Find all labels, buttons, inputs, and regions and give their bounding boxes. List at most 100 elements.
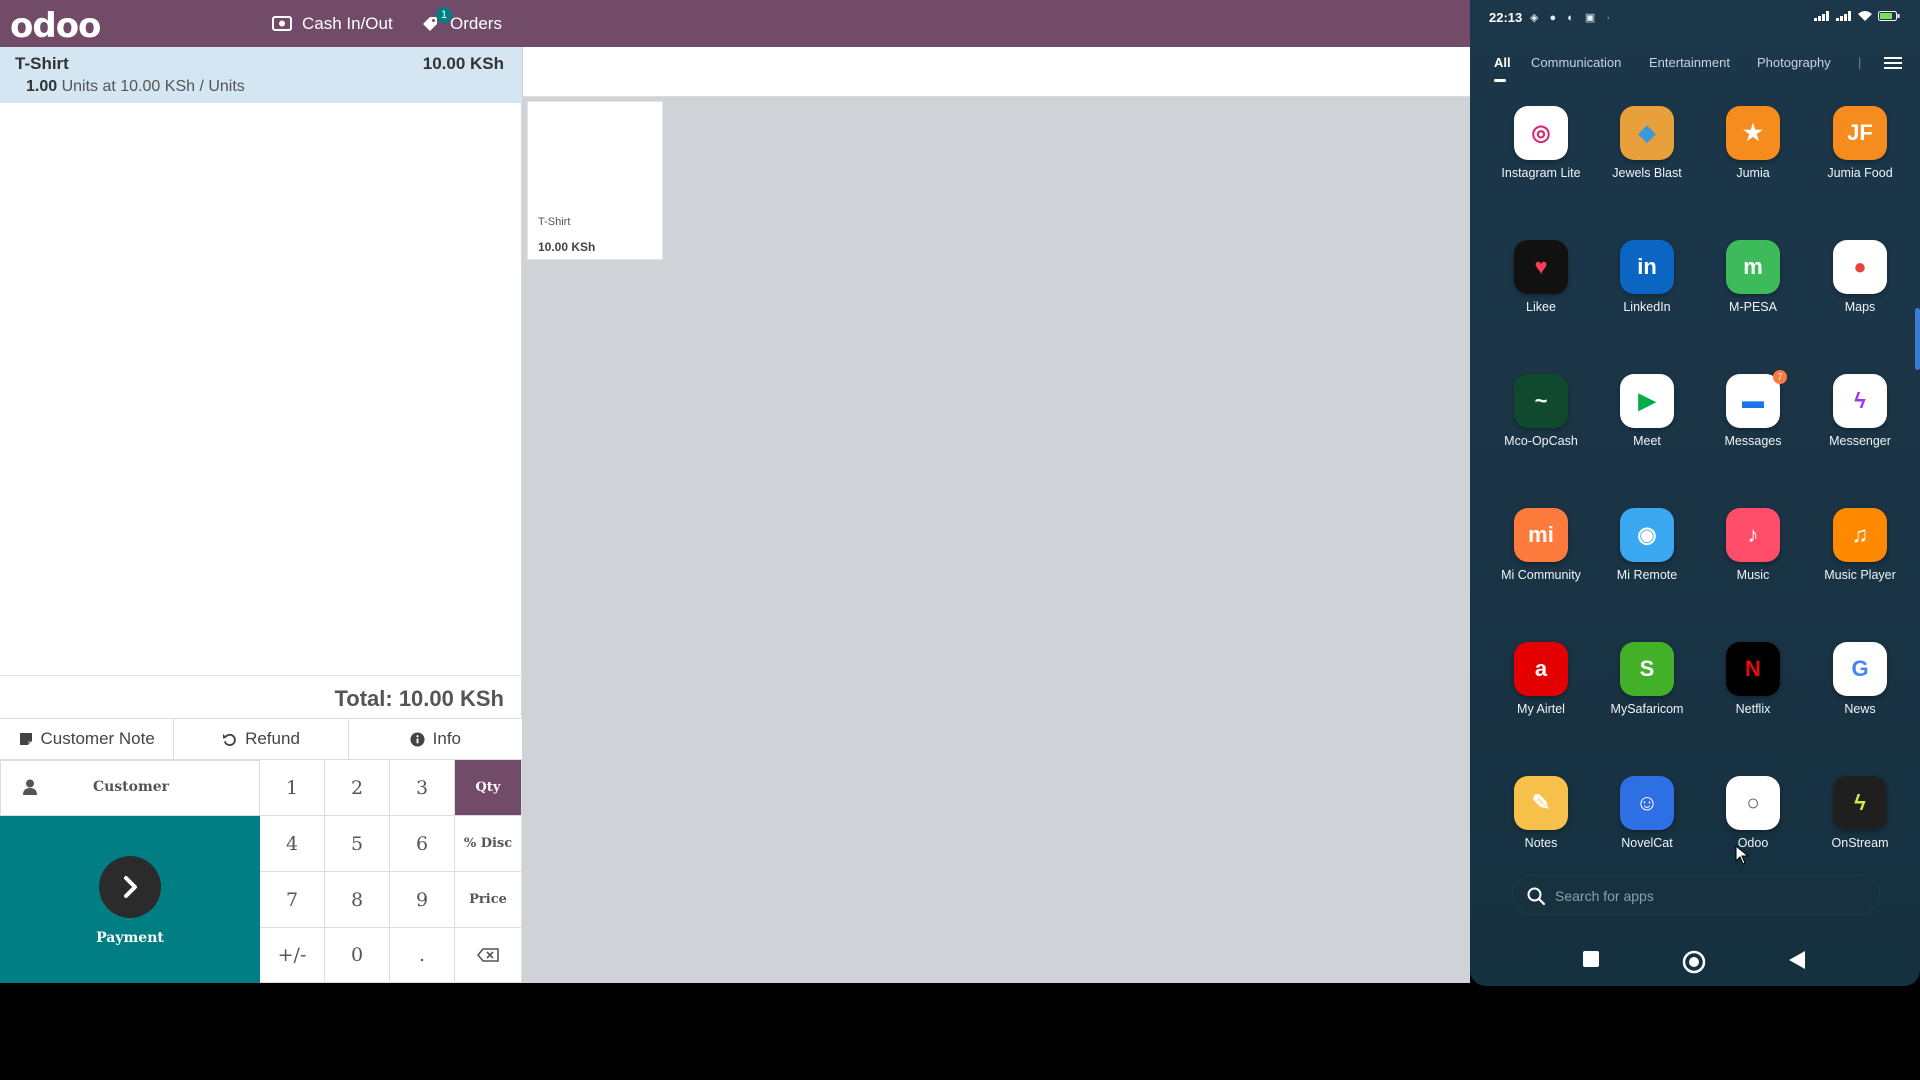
cash-in-out-button[interactable]: Cash In/Out [272,0,393,47]
app-mysafaricom[interactable]: S MySafaricom [1594,636,1700,746]
customer-note-button[interactable]: Customer Note [0,719,175,759]
app-label: Mco-OpCash [1504,434,1578,448]
app-label: Maps [1844,300,1876,314]
numpad-key-2[interactable]: 2 [325,760,390,816]
numpad-key-decimal[interactable]: . [390,928,455,983]
meet-icon: ▶ [1620,374,1674,428]
info-button[interactable]: Info [348,719,522,759]
numpad-key-8[interactable]: 8 [325,872,390,928]
numpad-key-1[interactable]: 1 [260,760,325,816]
numpad-key-7[interactable]: 7 [260,872,325,928]
tab-communication[interactable]: Communication [1531,55,1621,70]
numpad-key-3[interactable]: 3 [390,760,455,816]
notification-badge: 7 [1773,370,1787,384]
numpad-key-5[interactable]: 5 [325,816,390,872]
numpad-key-plus-minus[interactable]: +/- [260,928,325,983]
numpad-mode-discount[interactable]: % Disc [455,816,522,872]
app-music-player[interactable]: ♫ Music Player [1807,502,1913,612]
order-total-row: Total: 10.00 KSh [0,675,522,721]
mysafaricom-icon: S [1620,642,1674,696]
note-icon [19,733,32,745]
app-onstream[interactable]: ϟ OnStream [1807,770,1913,880]
app-notes[interactable]: ✎ Notes [1488,770,1594,880]
tab-entertainment[interactable]: Entertainment [1649,55,1730,70]
product-card[interactable]: T-Shirt 10.00 KSh [527,101,663,260]
app-my-airtel[interactable]: a My Airtel [1488,636,1594,746]
info-icon [410,731,425,747]
payment-label: Payment [96,930,164,946]
numpad-mode-qty[interactable]: Qty [455,760,522,816]
app-label: Mi Community [1501,568,1581,582]
search-apps-placeholder: Search for apps [1555,888,1654,904]
numpad-backspace[interactable] [455,928,522,983]
app-jumia-food[interactable]: JF Jumia Food [1807,100,1913,210]
product-screen: T-Shirt 10.00 KSh [523,47,1470,983]
app-maps[interactable]: ● Maps [1807,234,1913,344]
set-customer-button[interactable]: Customer [0,760,260,816]
backspace-icon [477,948,499,962]
app-likee[interactable]: ♥ Likee [1488,234,1594,344]
app-label: Odoo [1737,836,1769,850]
app-label: Instagram Lite [1501,166,1581,180]
order-line-qty: 1.00 [26,78,58,95]
order-total: Total: 10.00 KSh [334,686,504,711]
messenger-icon: ϟ [1833,374,1887,428]
notification-icons: ◈ ● ◐ ▣ · [1530,12,1615,24]
app-label: Jewels Blast [1612,166,1682,180]
search-apps-input[interactable]: Search for apps [1512,875,1880,915]
back-button[interactable] [1788,950,1806,970]
onstream-icon: ϟ [1833,776,1887,830]
app-label: Jumia Food [1827,166,1893,180]
app-netflix[interactable]: N Netflix [1700,636,1806,746]
order-line[interactable]: T-Shirt 10.00 KSh 1.00 Units at 10.00 KS… [0,47,522,103]
payment-button[interactable]: Payment [0,816,260,983]
app-mi-community[interactable]: mi Mi Community [1488,502,1594,612]
refund-button[interactable]: Refund [174,719,349,759]
numpad-mode-price[interactable]: Price [455,872,522,928]
numpad-key-4[interactable]: 4 [260,816,325,872]
product-search-bar[interactable] [523,47,1470,97]
numpad-key-9[interactable]: 9 [390,872,455,928]
app-news[interactable]: G News [1807,636,1913,746]
app-novelcat[interactable]: ☺ NovelCat [1594,770,1700,880]
jumia-food-icon: JF [1833,106,1887,160]
app-messenger[interactable]: ϟ Messenger [1807,368,1913,478]
numpad-key-0[interactable]: 0 [325,928,390,983]
app-music[interactable]: ♪ Music [1700,502,1806,612]
instagram-icon: ◎ [1514,106,1568,160]
app-meet[interactable]: ▶ Meet [1594,368,1700,478]
music-icon: ♪ [1726,508,1780,562]
scrollbar[interactable] [1915,308,1920,370]
app-label: Likee [1526,300,1556,314]
app-mi-remote[interactable]: ◉ Mi Remote [1594,502,1700,612]
app-linkedin[interactable]: in LinkedIn [1594,234,1700,344]
orders-count-badge: 1 [436,7,452,23]
app-label: LinkedIn [1623,300,1671,314]
tab-photography[interactable]: Photography [1757,55,1831,70]
app-mco-opcash[interactable]: ~ Mco-OpCash [1488,368,1594,478]
tab-all[interactable]: All [1494,55,1511,70]
pos-topbar: odoo Cash In/Out 1 Orders [0,0,1470,47]
app-label: MySafaricom [1610,702,1684,716]
order-line-price: 10.00 KSh [422,54,504,73]
app-mpesa[interactable]: m M-PESA [1700,234,1806,344]
home-button[interactable] [1682,950,1706,974]
phone-screen: 22:13 ◈ ● ◐ ▣ · All Communication Entert… [1470,0,1920,986]
odoo-logo[interactable]: odoo [10,6,101,46]
recents-button[interactable] [1582,950,1600,968]
app-label: News [1844,702,1876,716]
app-messages[interactable]: ▬ 7 Messages [1700,368,1806,478]
app-jumia[interactable]: ★ Jumia [1700,100,1806,210]
app-odoo[interactable]: ○ Odoo [1700,770,1806,880]
wifi-icon [1857,11,1872,21]
app-jewels-blast[interactable]: ◆ Jewels Blast [1594,100,1700,210]
mouse-cursor-icon [1735,845,1749,865]
undo-icon [223,733,236,746]
orders-button[interactable]: 1 Orders [420,0,502,47]
menu-icon[interactable] [1884,56,1902,70]
status-bar: 22:13 ◈ ● ◐ ▣ · [1470,0,1920,36]
numpad-key-6[interactable]: 6 [390,816,455,872]
tab-overflow-fade: | [1858,55,1862,70]
app-instagram[interactable]: ◎ Instagram Lite [1488,100,1594,210]
app-label: Messenger [1829,434,1891,448]
